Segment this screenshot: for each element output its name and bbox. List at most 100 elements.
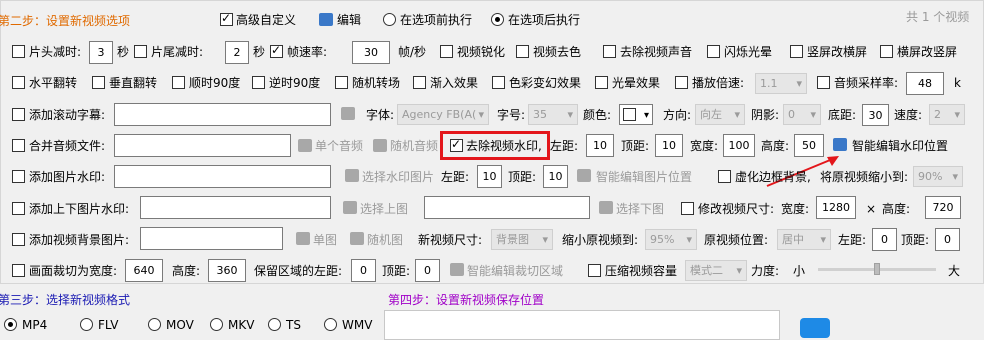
img-left-input[interactable]: 10 [477,165,502,188]
sample-rate-input[interactable]: 48 [906,72,944,95]
size-label: 字号: [497,108,526,122]
tb-img-wm-checkbox[interactable] [12,202,25,215]
top-img-input[interactable] [140,196,331,219]
scroll-sub-input[interactable] [114,103,331,126]
merge-audio-input[interactable] [114,134,291,157]
flash-checkbox[interactable] [707,45,720,58]
blur-border-checkbox[interactable] [718,170,731,183]
mode-select[interactable]: 模式二 [685,260,747,281]
new-size-select[interactable]: 背景图 [491,229,553,250]
scroll-sub-checkbox[interactable] [12,108,25,121]
exec-before-label: 在选项前执行 [400,13,473,27]
pos-select[interactable]: 居中 [777,229,831,250]
exec-before-radio[interactable] [383,13,396,26]
smart-wm-button[interactable]: 智能编辑水印位置 [852,139,948,153]
decolor-checkbox[interactable] [516,45,529,58]
v2h-label: 竖屏改横屏 [807,45,868,59]
shrink-select[interactable]: 90% [913,166,963,187]
vflip-checkbox[interactable] [92,76,105,89]
dir-label: 方向: [663,108,692,122]
format-radio-wmv[interactable] [324,318,337,331]
crop-width-input[interactable]: 640 [125,259,163,282]
img-top-input[interactable]: 10 [543,165,568,188]
single-audio-button[interactable]: 单个音频 [315,139,363,153]
color-change-checkbox[interactable] [492,76,505,89]
wm-width-input[interactable]: 100 [723,134,755,157]
crop-height-input[interactable]: 360 [208,259,246,282]
size-height-input[interactable]: 720 [925,196,961,219]
select-bottom-button[interactable]: 选择下图 [616,202,664,216]
ccw90-checkbox[interactable] [252,76,265,89]
save-path-input[interactable] [384,310,780,340]
format-radio-mov[interactable] [148,318,161,331]
smart-img-button[interactable]: 智能编辑图片位置 [596,170,692,184]
img-wm-checkbox[interactable] [12,170,25,183]
font-settings-icon[interactable] [341,107,355,120]
fade-in-checkbox[interactable] [413,76,426,89]
halo-checkbox[interactable] [595,76,608,89]
size-select[interactable]: 35 [528,104,578,125]
size-width-input[interactable]: 1280 [816,196,856,219]
font-select[interactable]: Agency FB(A( [397,104,489,125]
random-scene-checkbox[interactable] [335,76,348,89]
crop-checkbox[interactable] [12,264,25,277]
img-wm-input[interactable] [114,165,331,188]
color-picker[interactable]: ▾ [619,104,653,125]
fps-checkbox[interactable] [270,43,283,58]
sample-rate-checkbox[interactable] [817,76,830,89]
keep-left-input[interactable]: 0 [351,259,376,282]
fps-input[interactable]: 30 [352,41,390,64]
exec-after-radio[interactable] [491,13,504,26]
sharpen-checkbox[interactable] [440,45,453,58]
modify-size-checkbox[interactable] [681,202,694,215]
wm-top-input[interactable]: 10 [655,134,683,157]
bg-img-checkbox[interactable] [12,233,25,246]
head-cut-input[interactable]: 3 [89,41,113,64]
random-img-button[interactable]: 随机图 [367,233,403,247]
merge-audio-checkbox[interactable] [12,139,25,152]
speed-checkbox[interactable] [675,76,688,89]
head-cut-label: 片头减时: [29,45,82,59]
remove-audio-checkbox[interactable] [603,45,616,58]
pos-left-input[interactable]: 0 [872,228,897,251]
advanced-custom-checkbox[interactable] [220,11,233,26]
pos-top-input[interactable]: 0 [935,228,960,251]
random-audio-button[interactable]: 随机音频 [390,139,438,153]
step2-title: 第二步：设置新视频选项 [0,14,131,28]
format-radio-flv[interactable] [80,318,93,331]
format-radio-ts[interactable] [268,318,281,331]
remove-wm-checkbox[interactable] [450,137,463,152]
edit-button[interactable]: 编辑 [337,13,361,27]
speed3-select[interactable]: 2 [929,104,965,125]
strength-slider-thumb[interactable] [874,263,880,275]
compress-checkbox[interactable] [588,264,601,277]
rot90-checkbox[interactable] [172,76,185,89]
bottom-input[interactable]: 30 [862,104,889,126]
speed-select[interactable]: 1.1 [755,73,807,94]
dir-select[interactable]: 向左 [695,104,745,125]
size-height-label: 高度: [882,202,911,216]
wm-left-input[interactable]: 10 [586,134,614,157]
shrink7-select[interactable]: 95% [645,229,697,250]
format-radio-mkv[interactable] [210,318,223,331]
keep-top-input[interactable]: 0 [415,259,440,282]
bottom-img-input[interactable] [424,196,590,219]
browse-button[interactable] [800,318,830,338]
format-radio-mp4[interactable] [4,318,17,331]
shadow-select[interactable]: 0 [783,104,821,125]
wm-left-label: 左距: [550,139,579,153]
select-top-button[interactable]: 选择上图 [360,202,408,216]
tail-cut-input[interactable]: 2 [225,41,249,64]
select-wm-img-button[interactable]: 选择水印图片 [362,170,434,184]
head-cut-checkbox[interactable] [12,45,25,58]
single-img-button[interactable]: 单图 [313,233,337,247]
smart-crop-button[interactable]: 智能编辑裁切区域 [467,264,563,278]
h2v-checkbox[interactable] [880,45,893,58]
v2h-checkbox[interactable] [790,45,803,58]
color-swatch [623,108,636,121]
edit-icon[interactable] [319,13,333,26]
bg-img-input[interactable] [140,227,283,250]
hflip-checkbox[interactable] [12,76,25,89]
tail-cut-checkbox[interactable] [134,45,147,58]
shrink7-label: 缩小原视频到: [562,233,639,247]
